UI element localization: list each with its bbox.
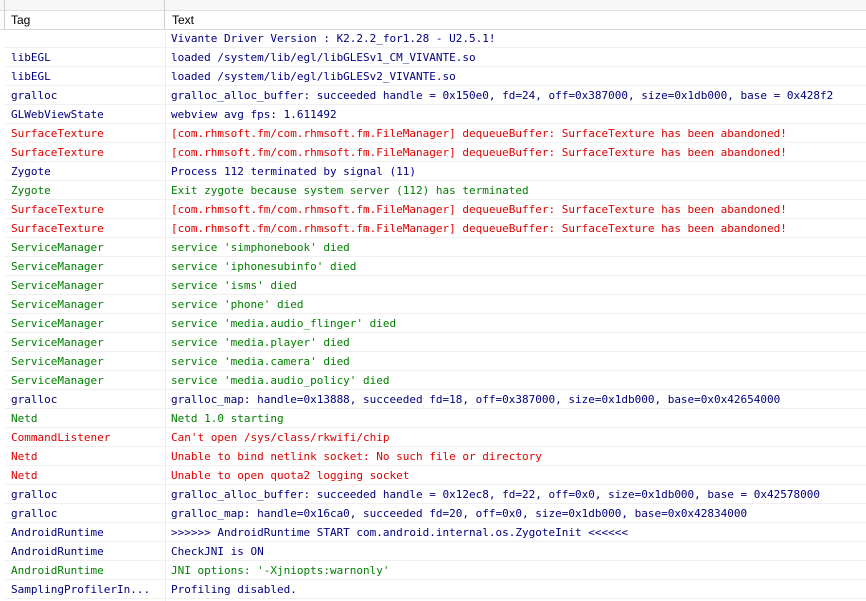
log-row-tag: Netd — [11, 450, 38, 463]
log-row[interactable]: Netd Unable to bind netlink socket: No su… — [0, 447, 866, 466]
log-row-tag: ServiceManager — [11, 260, 104, 273]
log-row[interactable]: SurfaceTexture [com.rhmsoft.fm/com.rhmsof… — [0, 124, 866, 143]
log-row-text: gralloc_map: handle=0x13888, succeeded f… — [171, 393, 781, 406]
log-row[interactable]: GLWebViewState webview avg fps: 1.611492 — [0, 105, 866, 124]
log-row[interactable]: ServiceManager service 'simphonebook' die… — [0, 238, 866, 257]
log-row-text: service 'media.player' died — [171, 336, 350, 349]
log-row-tag: libEGL — [11, 51, 51, 64]
log-row[interactable]: Zygote Process 112 terminated by signal (… — [0, 162, 866, 181]
log-row[interactable]: gralloc gralloc_map: handle=0x16ca0, succ… — [0, 504, 866, 523]
log-row[interactable]: Netd Unable to open quota2 logging socket — [0, 466, 866, 485]
log-row[interactable]: gralloc gralloc_map: handle=0x13888, succ… — [0, 390, 866, 409]
log-row-text: >>>>>> AndroidRuntime START com.android.… — [171, 526, 628, 539]
log-row-text: service 'simphonebook' died — [171, 241, 350, 254]
log-row[interactable]: ServiceManager service 'isms' died — [0, 276, 866, 295]
log-row-text: gralloc_alloc_buffer: succeeded handle =… — [171, 488, 821, 501]
log-row[interactable]: ServiceManager service 'media.audio_fling… — [0, 314, 866, 333]
log-row-text: service 'iphonesubinfo' died — [171, 260, 357, 273]
log-row-tag: ServiceManager — [11, 336, 104, 349]
log-row[interactable]: Netd Netd 1.0 starting — [0, 409, 866, 428]
log-row-tag: AndroidRuntime — [11, 564, 104, 577]
log-row-text: service 'isms' died — [171, 279, 297, 292]
log-row[interactable]: ServiceManager service 'iphonesubinfo' di… — [0, 257, 866, 276]
log-row[interactable]: SurfaceTexture [com.rhmsoft.fm/com.rhmsof… — [0, 219, 866, 238]
log-row-tag: Netd — [11, 412, 38, 425]
log-row-text: Unable to open quota2 logging socket — [171, 469, 410, 482]
column-header-tag[interactable]: Tag — [4, 0, 165, 29]
log-row-tag: gralloc — [11, 488, 58, 501]
log-row-text: Netd 1.0 starting — [171, 412, 284, 425]
log-row-tag: SurfaceTexture — [11, 222, 104, 235]
log-row-tag: CommandListener — [11, 431, 111, 444]
log-row-tag: SurfaceTexture — [11, 146, 104, 159]
log-row-tag: ServiceManager — [11, 374, 104, 387]
log-row-text: [com.rhmsoft.fm/com.rhmsoft.fm.FileManag… — [171, 146, 787, 159]
log-row-text: webview avg fps: 1.611492 — [171, 108, 337, 121]
log-row[interactable]: libEGL loaded /system/lib/egl/libGLESv2_V… — [0, 67, 866, 86]
log-row-tag: GLWebViewState — [11, 108, 104, 121]
log-row-text: gralloc_alloc_buffer: succeeded handle =… — [171, 89, 834, 102]
log-row-text: Can't open /sys/class/rkwifi/chip — [171, 431, 390, 444]
log-row-tag: Zygote — [11, 184, 51, 197]
log-row[interactable]: CommandListener Can't open /sys/class/rkw… — [0, 428, 866, 447]
log-row-text: JNI options: '-Xjniopts:warnonly' — [171, 564, 390, 577]
log-row-tag: AndroidRuntime — [11, 526, 104, 539]
log-row[interactable]: AndroidRuntime JNI options: '-Xjniopts:wa… — [0, 561, 866, 580]
log-row-text: Exit zygote because system server (112) … — [171, 184, 529, 197]
log-row[interactable]: ServiceManager service 'media.player' die… — [0, 333, 866, 352]
log-row-text: loaded /system/lib/egl/libGLESv1_CM_VIVA… — [171, 51, 476, 64]
log-row-tag: ServiceManager — [11, 241, 104, 254]
log-row-text: [com.rhmsoft.fm/com.rhmsoft.fm.FileManag… — [171, 222, 787, 235]
column-header-text[interactable]: Text — [166, 0, 766, 29]
log-table-header: Tag Text — [0, 0, 866, 30]
log-row[interactable]: AndroidRuntime CheckJNI is ON — [0, 542, 866, 561]
log-row-text: CheckJNI is ON — [171, 545, 264, 558]
log-row-tag: gralloc — [11, 393, 58, 406]
log-row[interactable]: SamplingProfilerIn... Profiling disabled. — [0, 580, 866, 599]
log-row-tag: ServiceManager — [11, 355, 104, 368]
log-row-text: loaded /system/lib/egl/libGLESv2_VIVANTE… — [171, 70, 456, 83]
log-row-text: service 'media.audio_policy' died — [171, 374, 390, 387]
log-row-tag: AndroidRuntime — [11, 545, 104, 558]
log-row-text: [com.rhmsoft.fm/com.rhmsoft.fm.FileManag… — [171, 203, 787, 216]
log-row-tag: libEGL — [11, 70, 51, 83]
log-row[interactable]: Vivante Driver Version : K2.2.2_for1.28 … — [0, 29, 866, 48]
log-row-text: gralloc_map: handle=0x16ca0, succeeded f… — [171, 507, 748, 520]
log-row[interactable]: Zygote Exit zygote because system server … — [0, 181, 866, 200]
log-row[interactable]: SurfaceTexture [com.rhmsoft.fm/com.rhmsof… — [0, 200, 866, 219]
log-row-tag: Netd — [11, 469, 38, 482]
log-row-tag: Zygote — [11, 165, 51, 178]
log-row-tag: gralloc — [11, 89, 58, 102]
log-row[interactable]: gralloc gralloc_alloc_buffer: succeeded h… — [0, 86, 866, 105]
log-row-text: Profiling disabled. — [171, 583, 297, 596]
log-row-text: service 'media.audio_flinger' died — [171, 317, 397, 330]
log-row-tag: SurfaceTexture — [11, 127, 104, 140]
log-row-text: Vivante Driver Version : K2.2.2_for1.28 … — [171, 32, 496, 45]
log-row[interactable]: SurfaceTexture [com.rhmsoft.fm/com.rhmsof… — [0, 143, 866, 162]
log-row[interactable]: libEGL loaded /system/lib/egl/libGLESv1_C… — [0, 48, 866, 67]
log-row-tag: SamplingProfilerIn... — [11, 583, 151, 596]
log-row-tag: gralloc — [11, 507, 58, 520]
log-row-tag: ServiceManager — [11, 298, 104, 311]
log-row-text: [com.rhmsoft.fm/com.rhmsoft.fm.FileManag… — [171, 127, 787, 140]
log-row[interactable]: gralloc gralloc_alloc_buffer: succeeded h… — [0, 485, 866, 504]
log-row[interactable]: AndroidRuntime >>>>>> AndroidRuntime STAR… — [0, 523, 866, 542]
log-row-tag: ServiceManager — [11, 279, 104, 292]
log-row-tag: SurfaceTexture — [11, 203, 104, 216]
log-row[interactable]: ServiceManager service 'media.audio_polic… — [0, 371, 866, 390]
log-row-text: Process 112 terminated by signal (11) — [171, 165, 417, 178]
log-row-text: service 'media.camera' died — [171, 355, 350, 368]
log-row[interactable]: ServiceManager service 'media.camera' die… — [0, 352, 866, 371]
log-row[interactable]: ServiceManager service 'phone' died — [0, 295, 866, 314]
log-row-tag: ServiceManager — [11, 317, 104, 330]
log-row-text: service 'phone' died — [171, 298, 304, 311]
log-row-text: Unable to bind netlink socket: No such f… — [171, 450, 542, 463]
log-table-body: Vivante Driver Version : K2.2.2_for1.28 … — [0, 29, 866, 599]
